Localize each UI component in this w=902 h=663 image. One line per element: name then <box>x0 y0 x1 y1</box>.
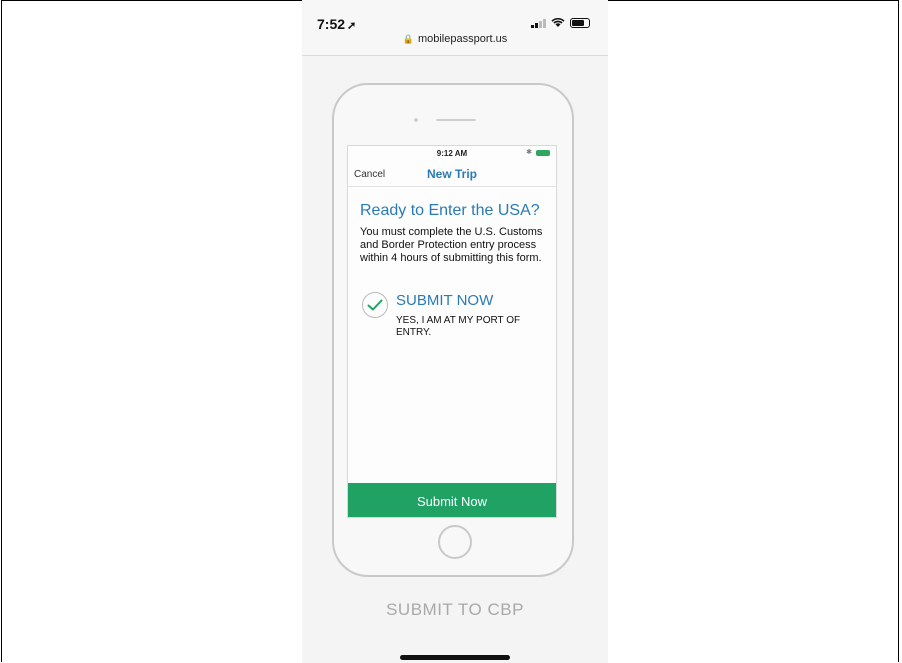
battery-icon <box>570 17 590 28</box>
inner-battery-icon <box>536 150 550 156</box>
nav-title: New Trip <box>426 167 477 181</box>
app-screen: 9:12 AM ✱ Cancel New Trip Ready to Enter… <box>347 145 557 518</box>
url-bar[interactable]: 🔒 mobilepassport.us <box>302 33 608 45</box>
location-arrow-icon: ➚ <box>347 20 357 32</box>
home-indicator[interactable] <box>400 655 510 660</box>
description-text: You must complete the U.S. Customs and B… <box>360 226 543 264</box>
speaker-slot <box>436 119 476 121</box>
clock-text: 7:52 <box>317 16 346 32</box>
status-time: 7:52 ➚ <box>317 16 356 32</box>
page-heading: Ready to Enter the USA? <box>360 202 540 219</box>
nav-bar: Cancel New Trip <box>348 162 556 187</box>
home-button-illustration <box>438 525 472 559</box>
status-icons <box>531 17 590 28</box>
inner-status-bar: 9:12 AM ✱ <box>348 146 556 160</box>
status-bar: 7:52 ➚ 🔒 mobilepassport.us <box>302 0 608 56</box>
wifi-icon <box>551 17 565 27</box>
option-title[interactable]: SUBMIT NOW <box>396 292 493 309</box>
submit-to-cbp-caption: SUBMIT TO CBP <box>386 600 524 619</box>
lock-icon: 🔒 <box>402 34 414 44</box>
checkmark-icon <box>367 299 383 311</box>
submit-now-button[interactable]: Submit Now <box>348 483 556 517</box>
signal-icon <box>531 18 546 28</box>
option-subtitle: YES, I AM AT MY PORT OF ENTRY. <box>396 315 521 338</box>
inner-clock: 9:12 AM <box>436 149 468 158</box>
url-text: mobilepassport.us <box>417 33 508 45</box>
camera-dot <box>414 118 418 122</box>
submit-now-checkbox[interactable] <box>362 292 388 318</box>
bluetooth-icon: ✱ <box>526 149 532 156</box>
